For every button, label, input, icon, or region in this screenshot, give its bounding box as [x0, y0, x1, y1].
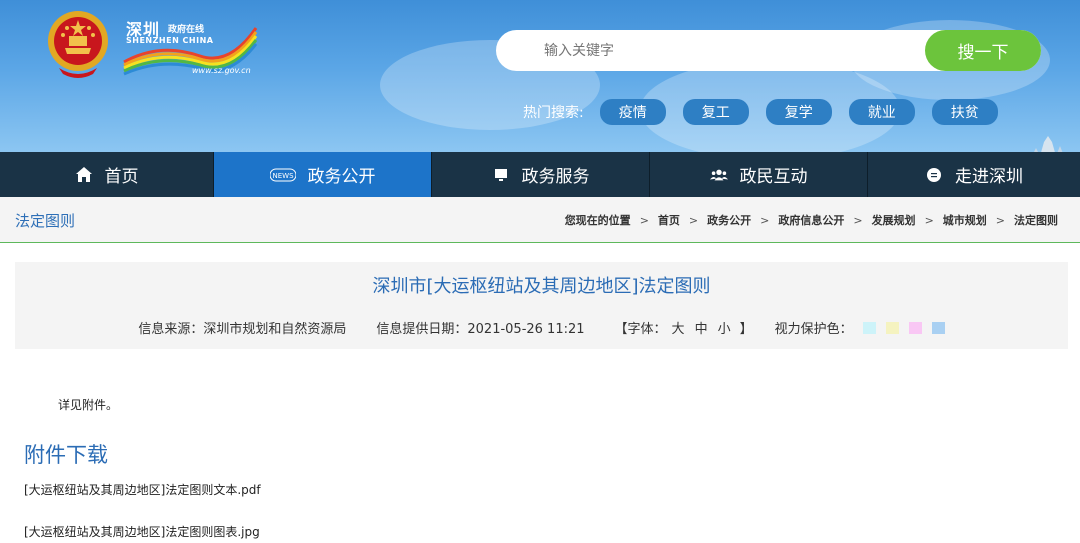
nav-item-gov-services[interactable]: 政务服务	[432, 152, 650, 197]
font-size-large-button[interactable]: 大	[672, 318, 685, 337]
breadcrumb-location-label: 您现在的位置	[564, 214, 631, 227]
main-nav: 首页 NEWS 政务公开 政务服务 政民互动 走进深圳	[0, 152, 1080, 197]
hot-search-tag[interactable]: 疫情	[599, 99, 666, 125]
article-meta: 信息来源：深圳市规划和自然资源局 信息提供日期：2021-05-26 11:21…	[15, 318, 1068, 337]
nav-item-label: 政务公开	[307, 167, 376, 187]
breadcrumb-link[interactable]: 城市规划	[943, 212, 987, 228]
nav-item-label: 首页	[104, 167, 139, 187]
people-icon	[709, 166, 728, 184]
article-title: 深圳市[大运枢纽站及其周边地区]法定图则	[372, 276, 711, 297]
eye-color-swatch-cyan[interactable]	[862, 321, 876, 334]
hot-search-bar: 热门搜索: 疫情 复工 复学 就业 扶贫	[523, 99, 1015, 125]
search-button[interactable]: 搜一下	[925, 30, 1041, 71]
breadcrumb-separator: >	[995, 213, 1005, 227]
breadcrumb-bar: 法定图则 您现在的位置 > 首页 > 政务公开 > 政府信息公开 > 发展规划 …	[0, 197, 1080, 243]
article-date: 信息提供日期：2021-05-26 11:21	[376, 322, 585, 337]
eye-protect-label: 视力保护色：	[774, 322, 853, 337]
attachment-link-pdf[interactable]: [大运枢纽站及其周边地区]法定图则文本.pdf	[24, 481, 261, 498]
font-size-label: 【字体：	[614, 322, 667, 337]
skyline-tower-icon	[1034, 136, 1063, 152]
home-icon	[75, 166, 93, 184]
breadcrumb-separator: >	[639, 213, 649, 227]
font-size-medium-button[interactable]: 中	[695, 318, 708, 337]
nav-item-label: 走进深圳	[955, 167, 1023, 187]
search-input[interactable]	[544, 40, 904, 62]
nav-item-about-shenzhen[interactable]: 走进深圳	[868, 152, 1080, 197]
chat-icon	[925, 166, 943, 184]
nav-item-home[interactable]: 首页	[0, 152, 214, 197]
nav-item-label: 政民互动	[739, 167, 808, 187]
section-title: 法定图则	[15, 212, 76, 230]
site-header: 深圳 政府在线 SHENZHEN CHINA www.sz.gov.cn 搜一下…	[0, 0, 1080, 152]
nav-item-interaction[interactable]: 政民互动	[650, 152, 868, 197]
breadcrumb-link[interactable]: 发展规划	[872, 212, 916, 228]
hot-search-tag[interactable]: 扶贫	[931, 99, 998, 125]
site-logo[interactable]: 深圳 政府在线 SHENZHEN CHINA www.sz.gov.cn	[120, 14, 260, 78]
breadcrumb-link[interactable]: 首页	[658, 212, 680, 228]
article-header: 深圳市[大运枢纽站及其周边地区]法定图则 信息来源：深圳市规划和自然资源局 信息…	[15, 262, 1068, 349]
breadcrumb-separator: >	[924, 213, 934, 227]
eye-color-swatch-yellow[interactable]	[885, 321, 899, 334]
page: 深圳 政府在线 SHENZHEN CHINA www.sz.gov.cn 搜一下…	[0, 0, 1080, 543]
breadcrumb: 您现在的位置 > 首页 > 政务公开 > 政府信息公开 > 发展规划 > 城市规…	[565, 212, 1058, 228]
breadcrumb-link[interactable]: 政务公开	[707, 212, 751, 228]
news-icon: NEWS	[269, 166, 296, 184]
breadcrumb-separator: >	[760, 213, 770, 227]
search-box: 搜一下	[496, 30, 1041, 71]
nav-item-label: 政务服务	[521, 167, 590, 187]
attachment-link-jpg[interactable]: [大运枢纽站及其周边地区]法定图则图表.jpg	[24, 523, 260, 540]
font-size-close: 】	[739, 322, 753, 337]
hot-search-tag[interactable]: 复工	[682, 99, 749, 125]
logo-url: www.sz.gov.cn	[192, 66, 251, 75]
breadcrumb-link[interactable]: 政府信息公开	[778, 212, 844, 228]
eye-color-swatch-blue[interactable]	[931, 321, 945, 334]
font-size-small-button[interactable]: 小	[718, 318, 731, 337]
breadcrumb-separator: >	[688, 213, 699, 227]
hot-search-tag[interactable]: 复学	[765, 99, 832, 125]
svg-text:NEWS: NEWS	[272, 172, 294, 180]
breadcrumb-link[interactable]: 法定图则	[1014, 212, 1058, 228]
article-body: 详见附件。	[58, 398, 119, 412]
hot-search-label: 热门搜索:	[523, 105, 584, 121]
article-source: 信息来源：深圳市规划和自然资源局	[138, 322, 347, 337]
hot-search-tag[interactable]: 就业	[848, 99, 915, 125]
attachments-heading: 附件下载	[24, 443, 108, 467]
eye-color-swatch-pink[interactable]	[908, 321, 922, 334]
breadcrumb-separator: >	[853, 213, 863, 227]
monitor-icon	[492, 166, 510, 184]
nav-item-gov-affairs[interactable]: NEWS 政务公开	[214, 152, 432, 197]
national-emblem-icon	[48, 11, 108, 78]
